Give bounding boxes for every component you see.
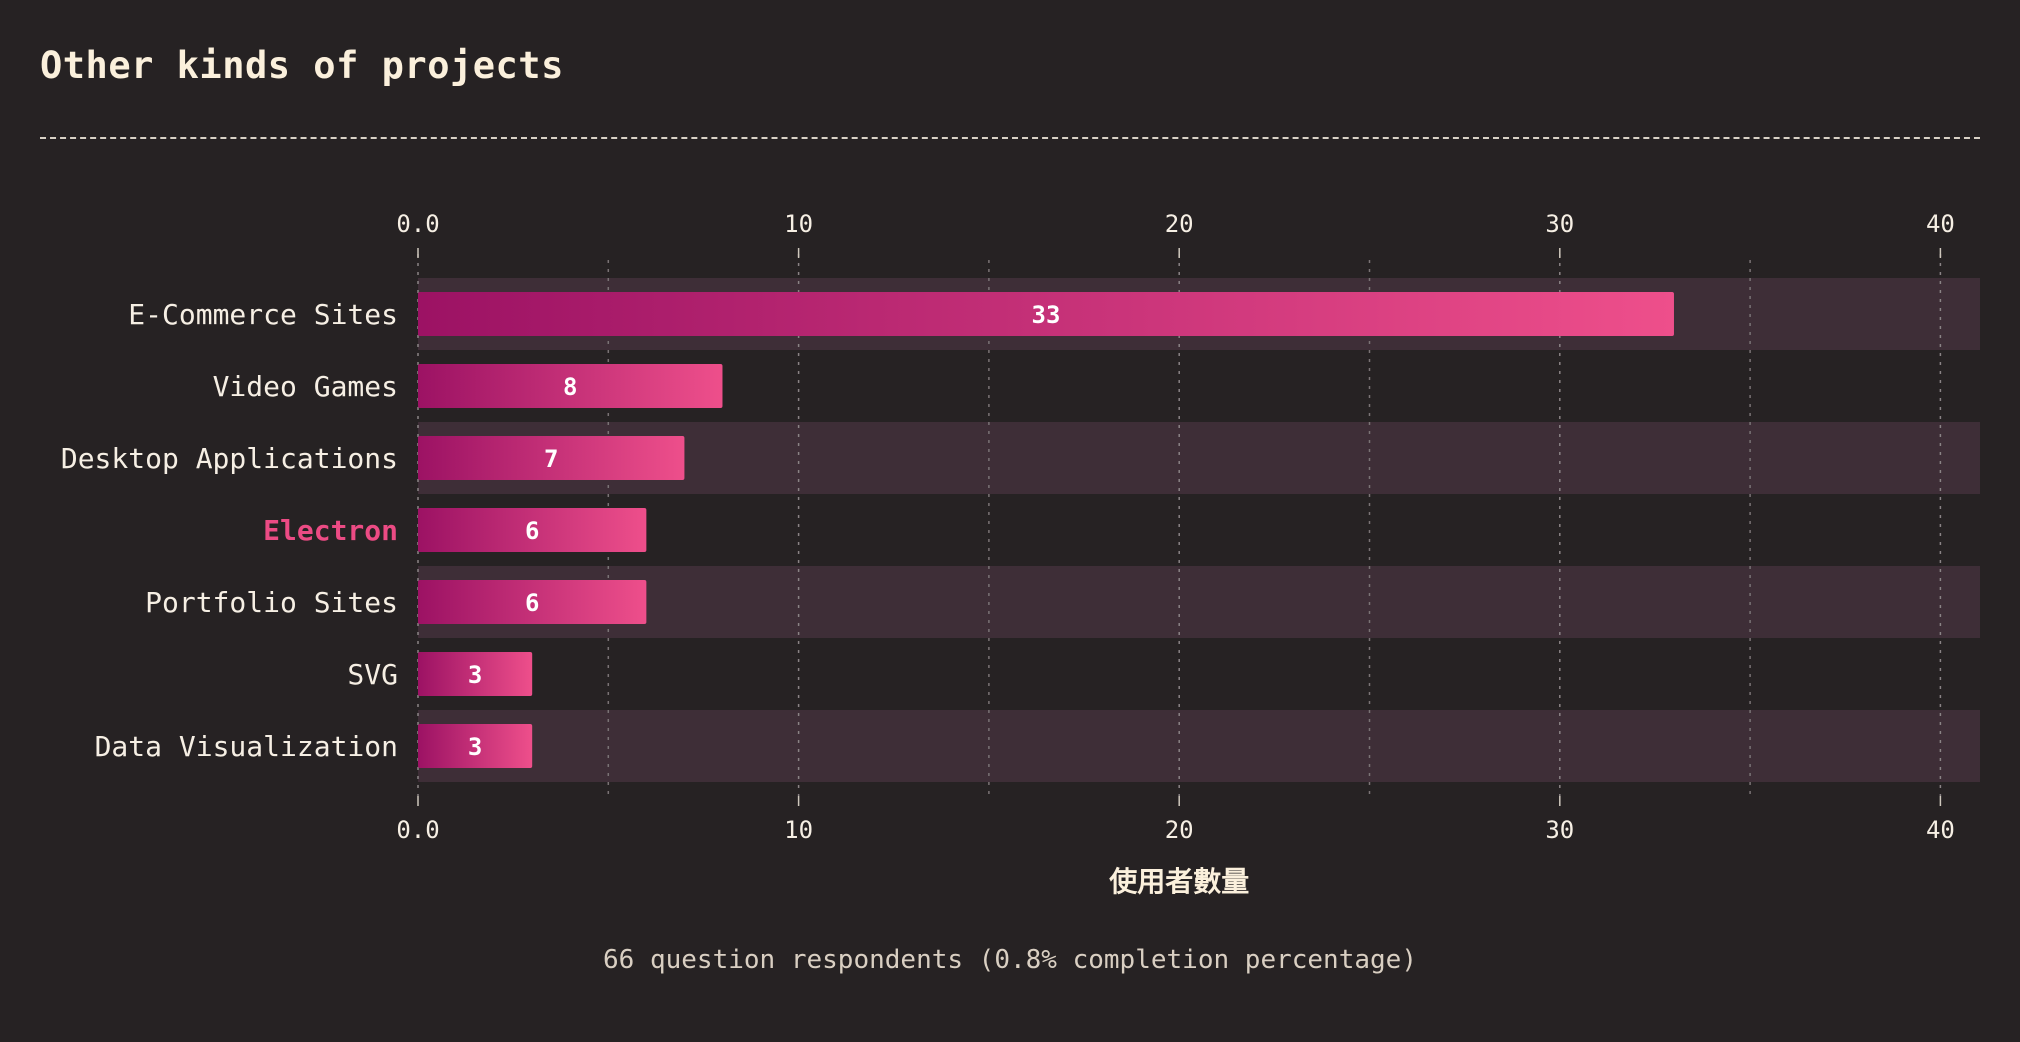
category-label: Video Games	[213, 370, 398, 403]
x-tick-label-bottom: 40	[1926, 816, 1955, 844]
row-stripes	[418, 278, 1980, 782]
row-stripe	[418, 566, 1980, 638]
x-tick-label-top: 40	[1926, 210, 1955, 238]
x-axis-bottom: 0.0 10 20 30 40	[396, 796, 1955, 844]
bar-value-label: 8	[563, 373, 577, 401]
category-label: Data Visualization	[95, 730, 398, 763]
category-label: Electron	[263, 514, 398, 547]
category-label: Desktop Applications	[61, 442, 398, 475]
bar-value-label: 33	[1032, 301, 1061, 329]
bar-value-label: 7	[544, 445, 558, 473]
category-labels: E-Commerce Sites Video Games Desktop Appli…	[61, 298, 398, 763]
row-stripe	[418, 710, 1980, 782]
x-tick-label-top: 20	[1165, 210, 1194, 238]
x-tick-label-bottom: 0.0	[396, 816, 439, 844]
category-label: E-Commerce Sites	[128, 298, 398, 331]
bar-value-label: 3	[468, 661, 482, 689]
bar-value-label: 3	[468, 733, 482, 761]
category-label: Portfolio Sites	[145, 586, 398, 619]
x-tick-label-top: 30	[1545, 210, 1574, 238]
x-axis-label: 使用者數量	[1108, 865, 1249, 898]
bar-chart: 33876633 E-Commerce SitesVideo GamesDesk…	[61, 210, 1980, 898]
bar-value-label: 6	[525, 517, 539, 545]
x-tick-label-top: 10	[784, 210, 813, 238]
respondents-note: 66 question respondents (0.8% completion…	[603, 945, 1417, 975]
x-tick-label-top: 0.0	[396, 210, 439, 238]
category-label: SVG	[347, 658, 398, 691]
x-tick-label-bottom: 10	[784, 816, 813, 844]
x-tick-label-bottom: 20	[1165, 816, 1194, 844]
bars: 33876633	[418, 292, 1674, 768]
x-axis-top: 0.0 10 20 30 40	[396, 210, 1955, 258]
x-tick-label-bottom: 30	[1545, 816, 1574, 844]
bar-value-label: 6	[525, 589, 539, 617]
